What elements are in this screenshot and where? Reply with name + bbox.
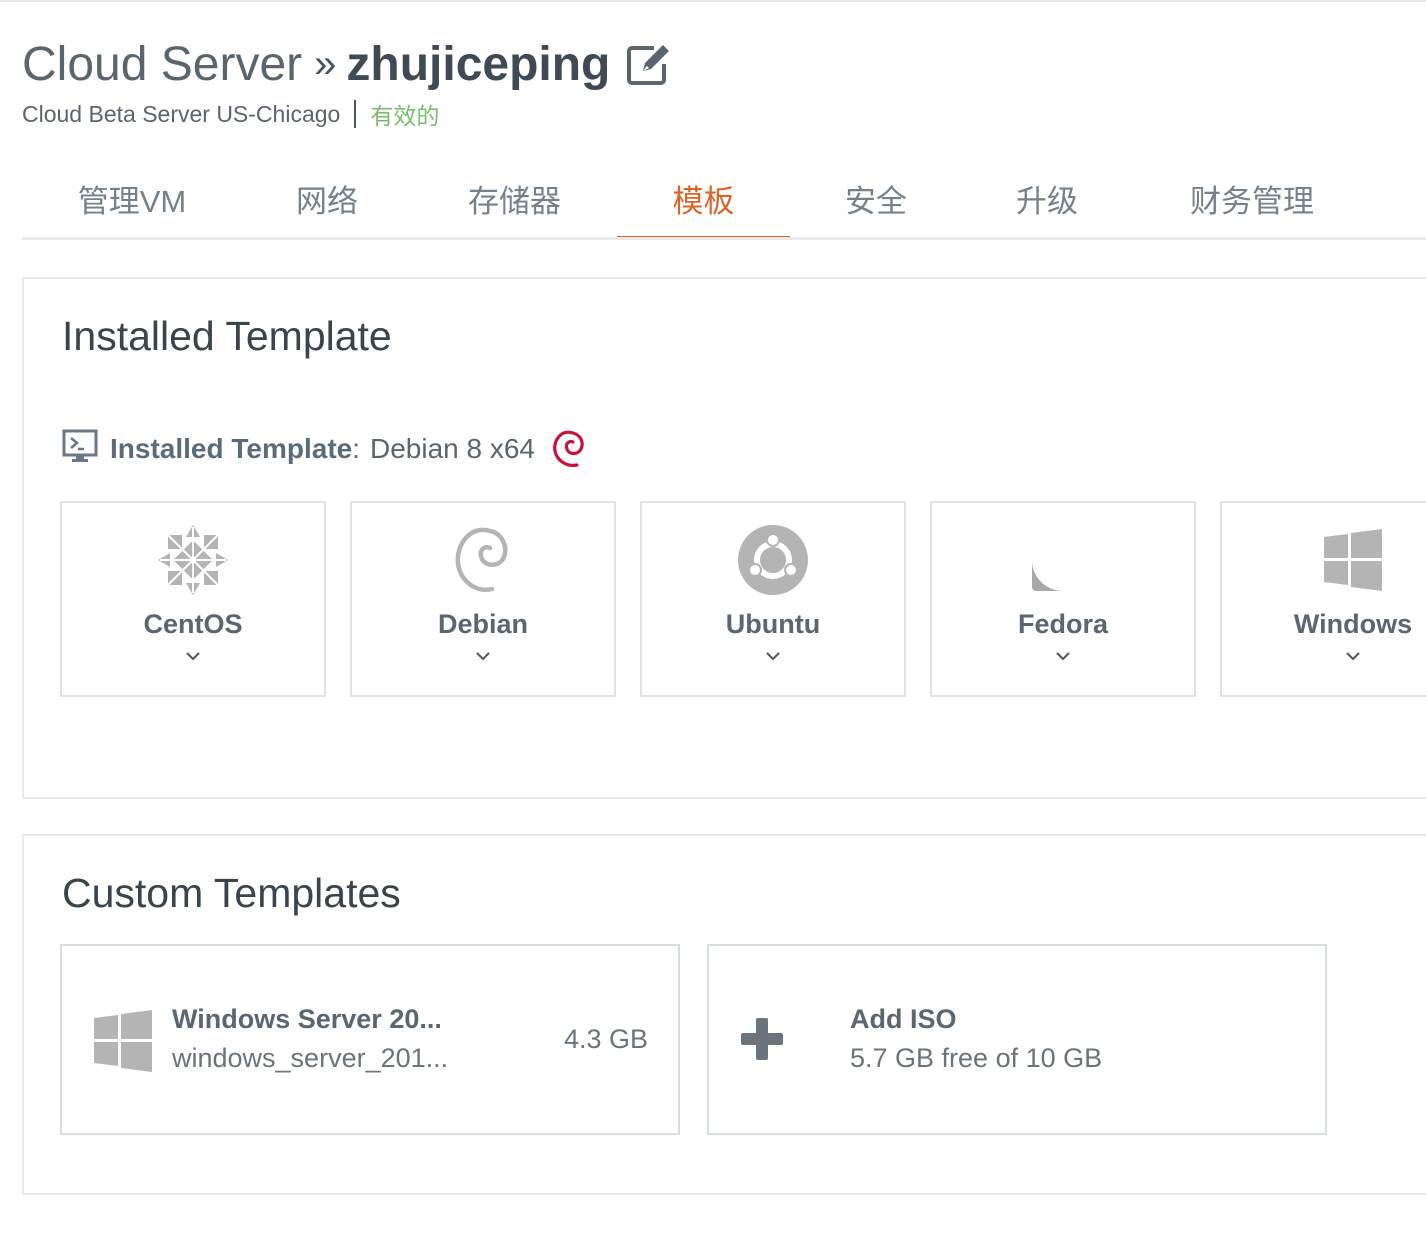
installed-template-info: Installed Template : Debian 8 x64	[62, 427, 587, 471]
installed-template-value: Debian 8 x64	[370, 433, 536, 464]
server-subtitle: Cloud Beta Server US-Chicago 有效的	[22, 100, 440, 129]
os-card-windows[interactable]: Windows	[1220, 501, 1426, 697]
windows-icon	[1222, 521, 1426, 599]
add-iso-card[interactable]: Add ISO 5.7 GB free of 10 GB	[707, 944, 1327, 1135]
add-iso-title: Add ISO	[850, 1004, 957, 1034]
status-label: 有效的	[370, 103, 440, 129]
os-card-centos[interactable]: CentOS	[60, 501, 326, 697]
tab-storage[interactable]: 存储器	[412, 160, 617, 237]
centos-icon	[62, 521, 324, 599]
monitor-terminal-icon	[62, 429, 98, 470]
server-name: zhujiceping	[346, 37, 611, 91]
tab-security[interactable]: 安全	[790, 160, 962, 237]
chevron-down-icon	[1222, 651, 1426, 667]
ubuntu-icon	[642, 521, 904, 599]
debian-icon	[352, 521, 614, 599]
title-separator: »	[314, 41, 337, 86]
chevron-down-icon	[932, 651, 1194, 667]
os-card-ubuntu[interactable]: Ubuntu	[640, 501, 906, 697]
custom-template-size: 4.3 GB	[563, 1024, 648, 1054]
os-card-fedora[interactable]: Fedora	[930, 501, 1196, 697]
tab-manage-vm[interactable]: 管理VM	[22, 160, 242, 237]
debian-swirl-icon	[551, 427, 587, 471]
page-title: Cloud Server » zhujiceping	[22, 34, 672, 94]
os-name-ubuntu: Ubuntu	[725, 609, 821, 639]
os-name-centos: CentOS	[143, 609, 243, 639]
installed-template-heading: Installed Template	[62, 313, 392, 359]
tab-template[interactable]: 模板	[617, 160, 790, 240]
os-name-fedora: Fedora	[1017, 609, 1109, 639]
windows-icon	[92, 1008, 154, 1079]
chevron-down-icon	[62, 651, 324, 667]
os-name-debian: Debian	[437, 609, 529, 639]
installed-template-colon: :	[352, 433, 360, 464]
custom-template-filename: windows_server_201...	[172, 1043, 449, 1073]
os-name-windows: Windows	[1293, 609, 1413, 639]
server-location: Cloud Beta Server US-Chicago	[22, 100, 341, 127]
installed-template-label: Installed Template	[110, 433, 353, 464]
subtitle-divider	[354, 100, 357, 128]
tab-network[interactable]: 网络	[242, 160, 412, 237]
add-iso-storage: 5.7 GB free of 10 GB	[850, 1043, 1103, 1073]
edit-icon[interactable]	[624, 40, 672, 88]
installed-template-panel: Installed Template Installed Template : …	[22, 277, 1426, 799]
tab-bar: 管理VM 网络 存储器 模板 安全 升级 财务管理	[22, 160, 1426, 240]
fedora-icon	[932, 521, 1194, 599]
custom-templates-heading: Custom Templates	[62, 870, 401, 916]
tab-billing[interactable]: 财务管理	[1132, 160, 1372, 237]
chevron-down-icon	[642, 651, 904, 667]
top-divider	[0, 0, 1426, 2]
tab-upgrade[interactable]: 升级	[962, 160, 1132, 237]
title-prefix: Cloud Server	[22, 37, 303, 91]
os-card-debian[interactable]: Debian	[350, 501, 616, 697]
custom-template-title: Windows Server 20...	[172, 1004, 442, 1034]
custom-templates-panel: Custom Templates Windows Server 20... wi…	[22, 834, 1426, 1195]
custom-template-card[interactable]: Windows Server 20... windows_server_201.…	[60, 944, 680, 1135]
plus-icon	[739, 1016, 785, 1067]
tab-baseline	[22, 237, 1426, 240]
chevron-down-icon	[352, 651, 614, 667]
